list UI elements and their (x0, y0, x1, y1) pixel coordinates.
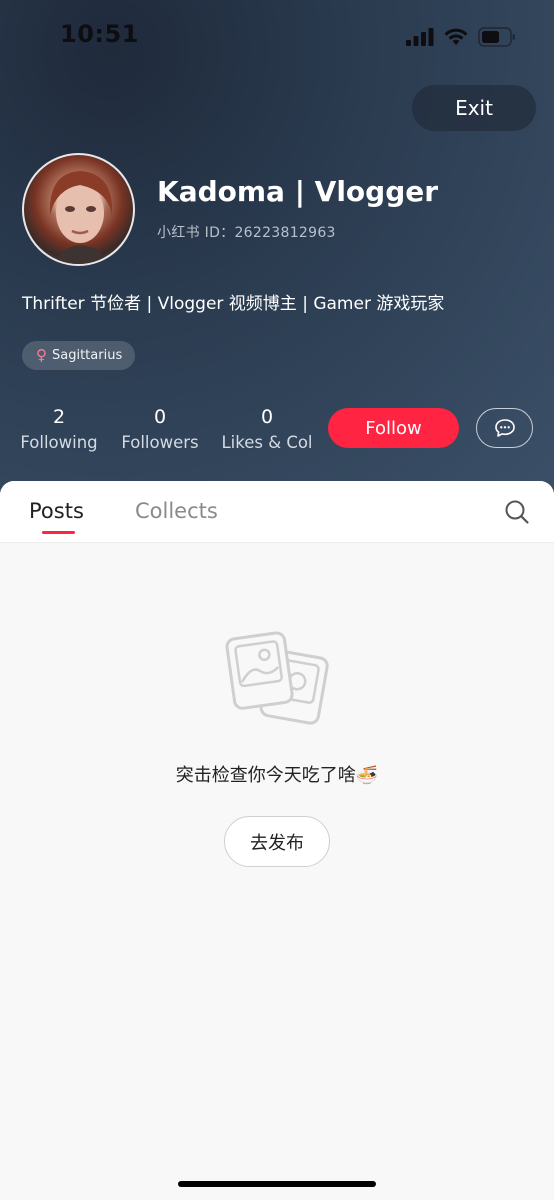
home-indicator[interactable] (178, 1181, 376, 1187)
profile-screen: 10:51 Exit Kadoma | Vlogger 小红书 ID：26223… (0, 0, 554, 1200)
zodiac-tag: ♀ Sagittarius (22, 341, 135, 370)
stat-following[interactable]: 2 Following (20, 404, 98, 456)
status-time: 10:51 (60, 20, 139, 48)
empty-state-message: 突击检查你今天吃了啥🍜 (175, 765, 379, 786)
profile-header: 10:51 Exit Kadoma | Vlogger 小红书 ID：26223… (0, 0, 554, 500)
message-button[interactable] (476, 408, 533, 448)
status-bar: 10:51 (0, 0, 554, 70)
battery-icon (478, 27, 515, 47)
follow-button[interactable]: Follow (328, 408, 459, 448)
stat-likes[interactable]: 0 Likes & Col (220, 404, 314, 456)
chat-bubble-icon (494, 419, 515, 437)
publish-button[interactable]: 去发布 (224, 816, 330, 867)
status-icons (406, 24, 516, 50)
signal-icon (406, 28, 434, 46)
wifi-icon (444, 28, 468, 45)
stat-likes-value: 0 (260, 406, 274, 428)
image-placeholder-icon (225, 631, 329, 725)
exit-button[interactable]: Exit (412, 85, 536, 131)
stat-following-value: 2 (52, 406, 66, 428)
zodiac-label: Sagittarius (52, 348, 123, 363)
stat-followers-value: 0 (153, 406, 167, 428)
profile-name: Kadoma | Vlogger (157, 175, 439, 208)
profile-id: 小红书 ID：26223812963 (157, 225, 336, 241)
tab-bar: Posts Collects (0, 481, 554, 543)
stat-following-label: Following (20, 433, 98, 452)
stat-followers[interactable]: 0 Followers (120, 404, 200, 456)
profile-bio: Thrifter 节俭者 | Vlogger 视频博主 | Gamer 游戏玩家 (22, 294, 445, 314)
avatar-portrait (49, 171, 113, 264)
female-icon: ♀ (36, 346, 47, 364)
tab-collects[interactable]: Collects (135, 499, 218, 523)
search-icon[interactable] (504, 499, 530, 525)
avatar[interactable] (22, 153, 135, 266)
stat-followers-label: Followers (121, 433, 199, 452)
tab-posts[interactable]: Posts (29, 499, 84, 523)
active-tab-indicator (42, 531, 75, 534)
stat-likes-label: Likes & Col (221, 433, 313, 452)
